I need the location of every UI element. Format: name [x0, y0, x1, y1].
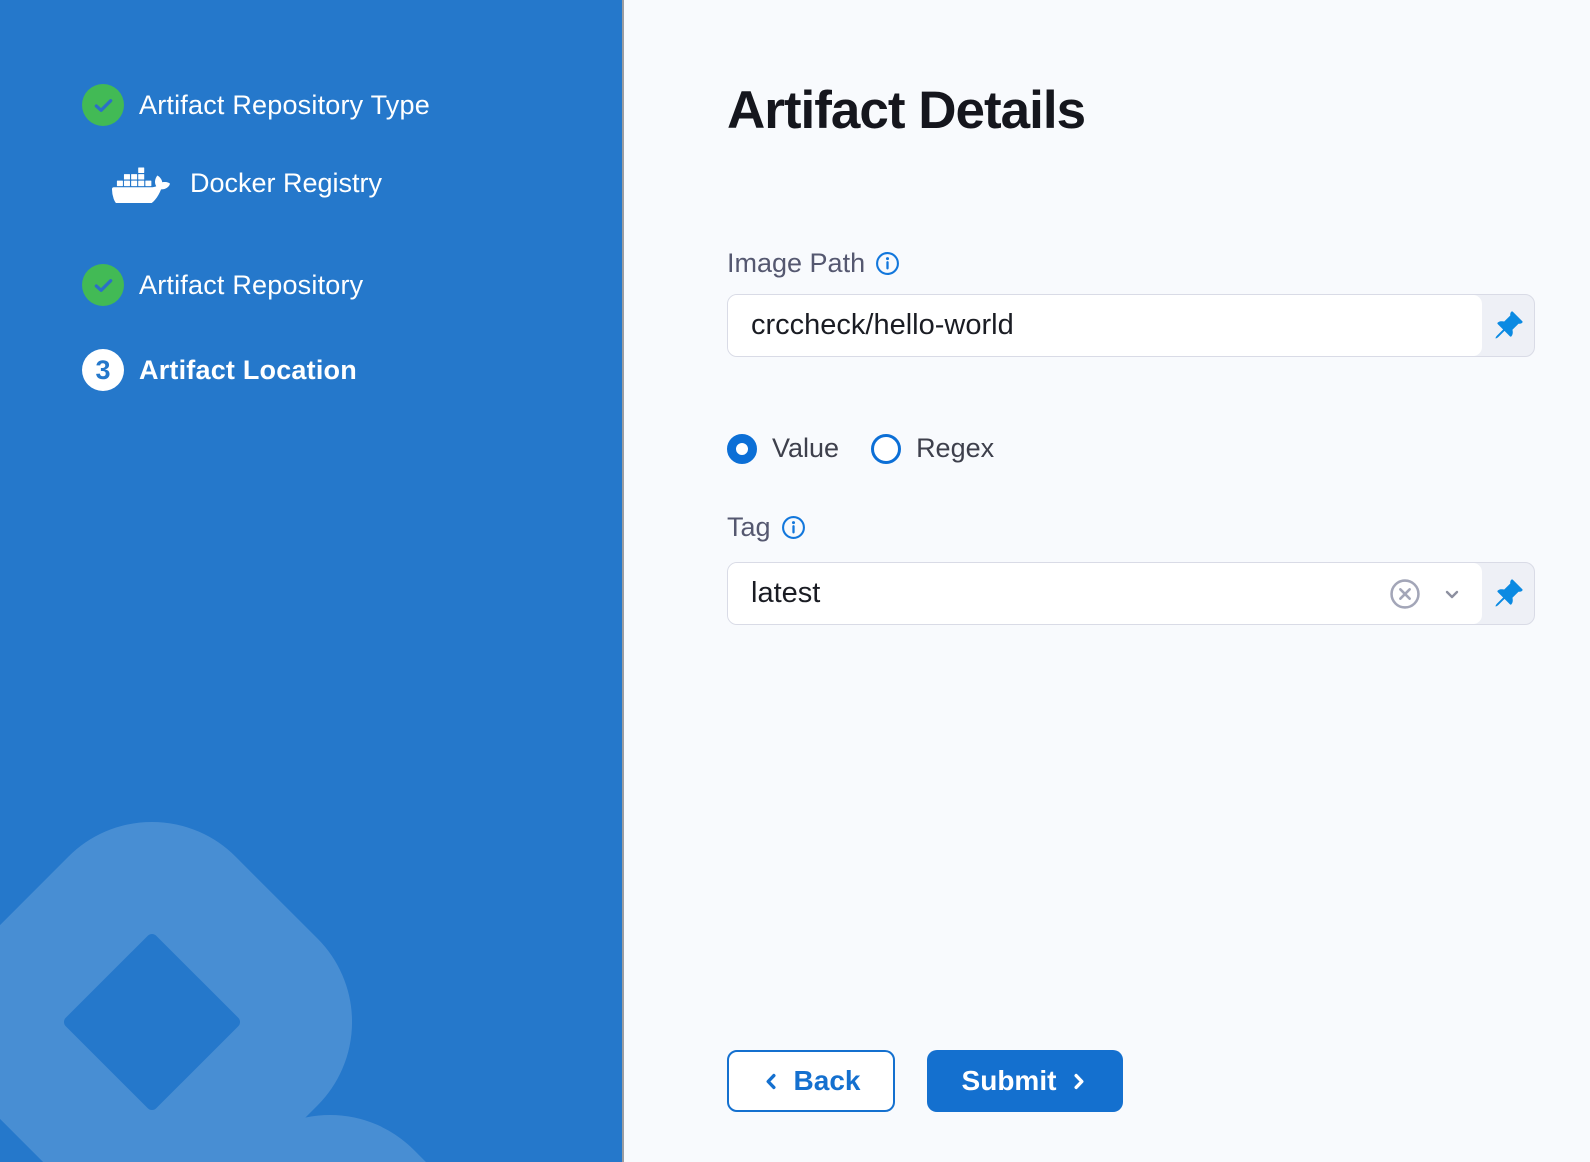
step-complete-badge	[82, 84, 124, 126]
step-label: Artifact Repository	[139, 270, 363, 301]
sidebar-item-docker-registry[interactable]: Docker Registry	[112, 164, 382, 203]
back-button-label: Back	[794, 1065, 861, 1097]
chevron-down-icon	[1440, 582, 1464, 606]
dropdown-button[interactable]	[1440, 582, 1464, 606]
sidebar-item-label: Docker Registry	[190, 168, 382, 199]
back-button[interactable]: Back	[727, 1050, 895, 1112]
submit-button[interactable]: Submit	[927, 1050, 1123, 1112]
pin-icon	[1493, 310, 1524, 341]
image-path-input[interactable]	[751, 309, 1464, 342]
pin-button[interactable]	[1482, 295, 1534, 356]
radio-value[interactable]: Value	[727, 433, 839, 464]
step-artifact-location[interactable]: 3 Artifact Location	[82, 349, 357, 391]
step-artifact-repository-type[interactable]: Artifact Repository Type	[82, 84, 430, 126]
radio-unselected-dot[interactable]	[871, 434, 901, 464]
image-path-label: Image Path	[727, 248, 865, 279]
check-icon	[92, 274, 115, 297]
step-label: Artifact Repository Type	[139, 90, 430, 121]
pin-icon	[1493, 578, 1524, 609]
radio-regex-label: Regex	[916, 433, 994, 464]
step-number: 3	[95, 357, 110, 384]
info-icon[interactable]	[875, 251, 900, 276]
clear-button[interactable]	[1388, 577, 1422, 611]
wizard-sidebar: Artifact Repository Type Docker Registry…	[0, 0, 622, 1162]
tag-label-row: Tag	[727, 512, 806, 543]
main-panel: Artifact Details Image Path Value Regex	[622, 0, 1590, 1162]
match-mode-radio-group: Value Regex	[727, 433, 994, 464]
step-complete-badge	[82, 264, 124, 306]
tag-label: Tag	[727, 512, 771, 543]
radio-value-label: Value	[772, 433, 839, 464]
page-title: Artifact Details	[727, 80, 1085, 141]
chevron-left-icon	[762, 1072, 781, 1091]
radio-selected-dot[interactable]	[727, 434, 757, 464]
image-path-input-area	[728, 295, 1482, 356]
pin-button[interactable]	[1482, 563, 1534, 624]
tag-input[interactable]	[751, 577, 1372, 610]
step-number-badge: 3	[82, 349, 124, 391]
submit-button-label: Submit	[962, 1065, 1057, 1097]
image-path-label-row: Image Path	[727, 248, 900, 279]
wizard-actions: Back Submit	[727, 1050, 1123, 1112]
clear-icon	[1388, 577, 1422, 611]
tag-field	[727, 562, 1535, 625]
chevron-right-icon	[1069, 1072, 1088, 1091]
check-icon	[92, 94, 115, 117]
tag-input-area	[728, 563, 1482, 624]
info-icon[interactable]	[781, 515, 806, 540]
radio-regex[interactable]: Regex	[871, 433, 994, 464]
step-artifact-repository[interactable]: Artifact Repository	[82, 264, 363, 306]
step-label: Artifact Location	[139, 355, 357, 386]
image-path-field	[727, 294, 1535, 357]
docker-icon	[112, 164, 170, 203]
